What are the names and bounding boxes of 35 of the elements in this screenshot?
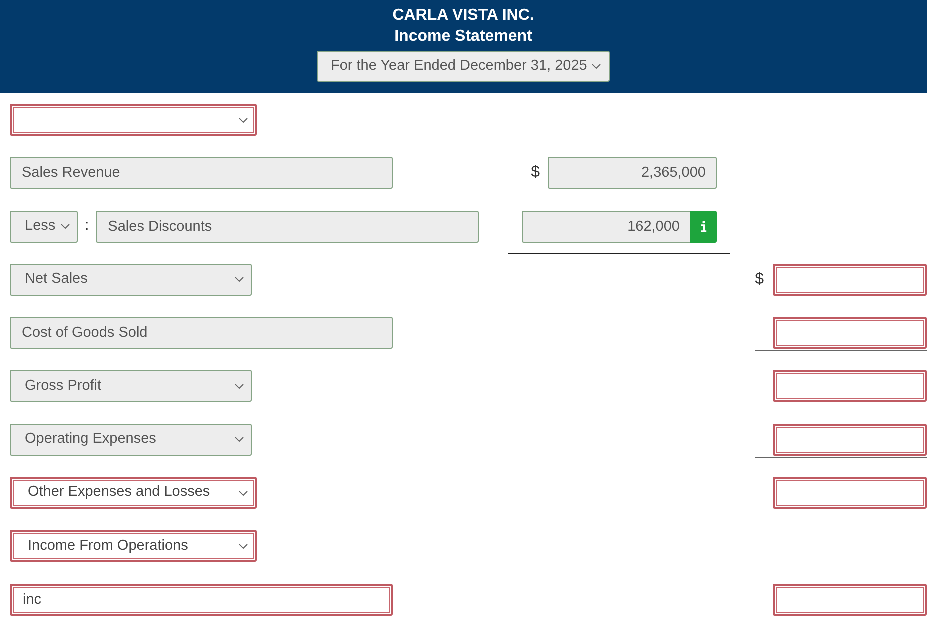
account-dropdown[interactable]: Operating Expenses (10, 424, 252, 456)
company-name: CARLA VISTA INC. (392, 6, 534, 26)
amount-field[interactable] (773, 584, 927, 616)
chevron-down-icon (239, 490, 248, 496)
info-icon (700, 221, 706, 232)
chevron-down-icon (61, 224, 70, 230)
chevron-down-icon (235, 277, 244, 282)
amount-field[interactable] (773, 424, 927, 456)
amount-field[interactable] (773, 370, 927, 402)
chevron-down-icon (239, 544, 248, 549)
amount-field[interactable] (773, 264, 927, 296)
account-dropdown[interactable]: Gross Profit (10, 370, 252, 402)
chevron-down-icon (235, 437, 244, 442)
account-field[interactable]: Sales Discounts (96, 210, 480, 243)
amount-field[interactable]: 162,000 (522, 210, 690, 243)
amount-field[interactable] (773, 477, 927, 510)
amount-field[interactable] (773, 317, 927, 350)
chevron-down-icon (239, 118, 248, 122)
dollar-sign: $ (755, 270, 764, 290)
chevron-down-icon (235, 384, 244, 389)
period-dropdown[interactable]: For the Year Ended December 31, 2025 (317, 51, 610, 82)
colon-separator: : (85, 216, 90, 236)
amount-field[interactable]: 2,365,000 (548, 157, 717, 190)
info-button[interactable] (690, 210, 717, 243)
account-field[interactable]: inc (10, 584, 393, 616)
chevron-down-icon (592, 64, 601, 69)
account-dropdown[interactable]: Other Expenses and Losses (10, 477, 257, 510)
account-field[interactable]: Cost of Goods Sold (10, 317, 393, 350)
account-field[interactable]: Sales Revenue (10, 157, 393, 190)
dollar-sign: $ (531, 163, 540, 184)
statement-title: Income Statement (394, 27, 532, 47)
account-dropdown[interactable] (10, 104, 257, 136)
adjustment-dropdown[interactable]: Less (10, 210, 78, 243)
account-dropdown[interactable]: Income From Operations (10, 530, 257, 562)
account-dropdown[interactable]: Net Sales (10, 264, 252, 296)
